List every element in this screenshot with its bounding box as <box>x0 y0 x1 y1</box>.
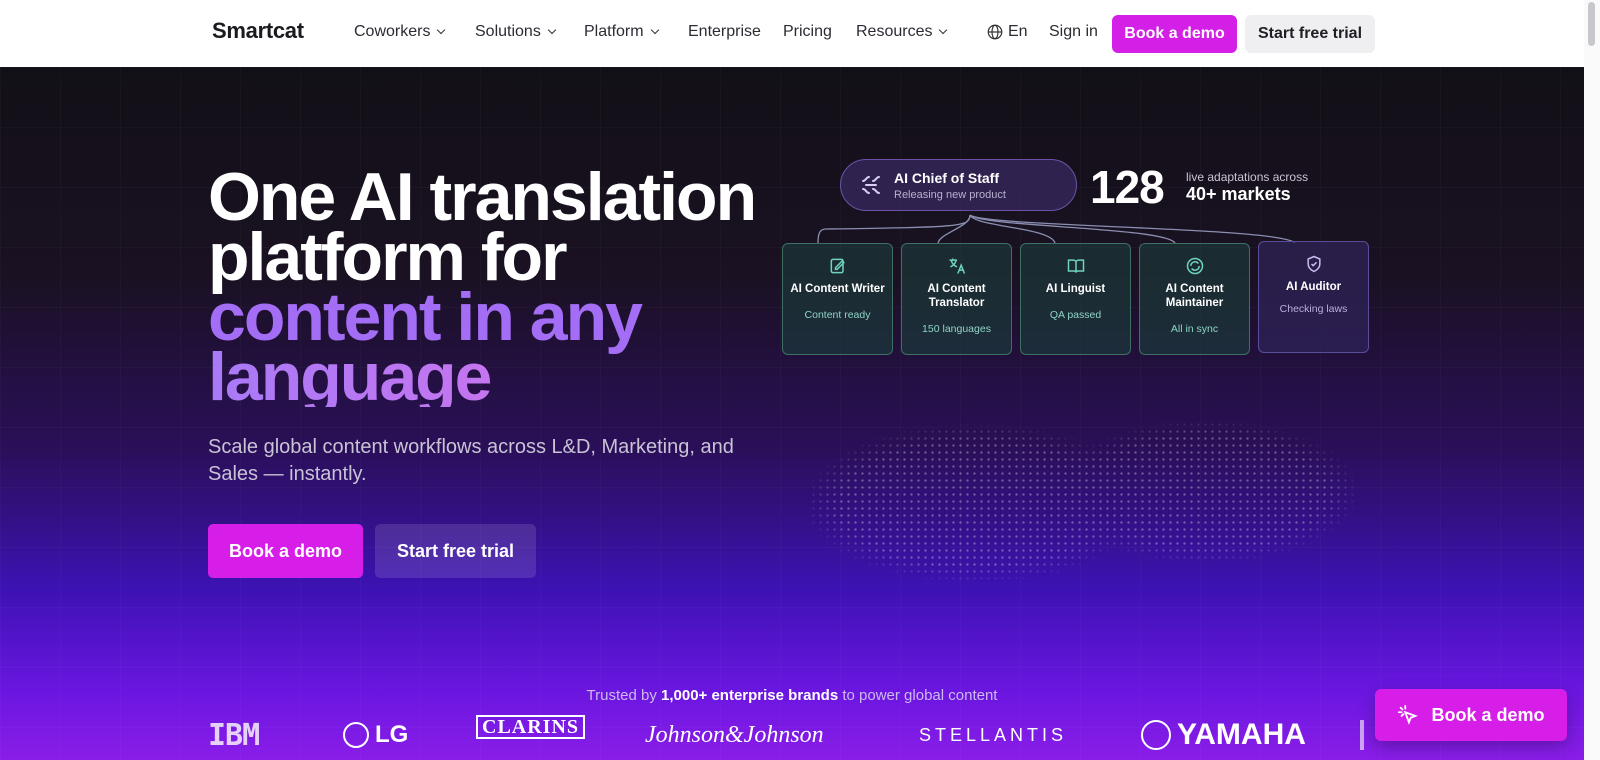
hero-start-trial-button[interactable]: Start free trial <box>375 524 536 578</box>
book-demo-button[interactable]: Book a demo <box>1112 15 1237 53</box>
nav-item-solutions[interactable]: Solutions <box>475 23 557 41</box>
agent-status: 150 languages <box>922 323 991 335</box>
nav-item-label: Platform <box>584 23 644 40</box>
ai-chief-of-staff-pill: AI Chief of Staff Releasing new product <box>840 159 1077 211</box>
stat-label-bottom: 40+ markets <box>1186 184 1291 204</box>
lg-circle-mark <box>343 722 369 748</box>
chevron-down-icon <box>547 25 557 35</box>
agent-title: AI Auditor <box>1285 281 1342 293</box>
lg-logo: LG <box>343 715 408 755</box>
world-map-dots <box>810 400 1360 630</box>
agent-card-content-writer: AI Content Writer Content ready <box>782 243 893 355</box>
hero-book-demo-button[interactable]: Book a demo <box>208 524 363 578</box>
trusted-suffix: to power global content <box>842 687 998 704</box>
nav-item-platform[interactable]: Platform <box>584 23 659 41</box>
agent-title: AI Linguist <box>1045 283 1106 295</box>
chevron-down-icon <box>650 25 659 35</box>
nav-item-label: Enterprise <box>688 23 761 40</box>
nav-item-label: Resources <box>856 23 933 40</box>
agent-status: Content ready <box>804 309 871 321</box>
yamaha-wordmark: YAMAHA <box>1177 718 1306 751</box>
chevron-down-icon <box>437 25 446 35</box>
nav-item-label: Pricing <box>783 23 832 40</box>
stat-number: 128 <box>1090 161 1165 213</box>
yamaha-emblem <box>1141 720 1171 750</box>
hero-headline: One AI translation platform for content … <box>208 159 757 411</box>
nav-item-coworkers[interactable]: Coworkers <box>354 23 446 41</box>
trusted-by-text: Trusted by 1,000+ enterprise brands to p… <box>0 687 1584 704</box>
language-selector[interactable]: En <box>986 23 1028 41</box>
trusted-prefix: Trusted by <box>586 687 657 704</box>
book-icon <box>1067 259 1085 273</box>
agent-card-linguist: AI Linguist QA passed <box>1020 243 1131 355</box>
floating-demo-label: Book a demo <box>1431 704 1545 725</box>
start-trial-button[interactable]: Start free trial <box>1245 15 1375 53</box>
headline-line-accent: language <box>208 343 755 411</box>
agent-title: AI Content Writer <box>790 283 885 295</box>
agent-status: QA passed <box>1049 309 1102 321</box>
top-navigation: Smartcat Coworkers Solutions Platform En… <box>0 0 1584 67</box>
chevron-down-icon <box>939 25 948 35</box>
yamaha-logo: YAMAHA <box>1141 715 1306 755</box>
headline-line: platform for <box>208 219 568 295</box>
stat-label-top: live adaptations across <box>1186 170 1309 184</box>
lg-wordmark: LG <box>375 721 409 748</box>
smartcat-logo[interactable]: Smartcat <box>212 18 304 44</box>
page-scrollbar[interactable] <box>1584 0 1600 760</box>
nav-item-enterprise[interactable]: Enterprise <box>688 23 761 41</box>
sparkle-icon <box>862 176 880 194</box>
partial-logo <box>1360 720 1364 750</box>
headline-line-accent: content in any <box>208 279 643 355</box>
scrollbar-thumb[interactable] <box>1588 2 1595 46</box>
agent-title: AI Content Translator <box>927 283 986 309</box>
agent-card-content-translator: AI Content Translator 150 languages <box>901 243 1012 355</box>
nav-item-resources[interactable]: Resources <box>856 23 948 41</box>
translate-icon <box>949 258 966 274</box>
hero-section: One AI translation platform for content … <box>0 67 1584 760</box>
headline-line: One AI translation <box>208 159 757 235</box>
ibm-logo: IBM <box>208 717 260 753</box>
floating-book-demo-button[interactable]: Book a demo <box>1375 689 1567 741</box>
chief-title: AI Chief of Staff <box>894 170 999 186</box>
nav-item-label: Coworkers <box>354 23 431 40</box>
shield-check-icon <box>1307 255 1321 273</box>
sync-icon <box>1186 257 1204 275</box>
agent-card-auditor: AI Auditor Checking laws <box>1258 241 1369 353</box>
trusted-highlight: 1,000+ enterprise brands <box>661 687 839 704</box>
agent-title: AI Content Maintainer <box>1165 283 1224 309</box>
stellantis-logo: STELLANTIS <box>919 724 1068 745</box>
clarins-logo: CLARINS <box>476 715 586 739</box>
agent-card-content-maintainer: AI Content Maintainer All in sync <box>1139 243 1250 355</box>
nav-item-pricing[interactable]: Pricing <box>783 23 832 41</box>
hero-subtext: Scale global content workflows across L&… <box>208 436 734 485</box>
johnson-johnson-logo: Johnson&Johnson <box>645 721 824 748</box>
agent-status: All in sync <box>1170 323 1219 335</box>
agent-status: Checking laws <box>1279 303 1348 315</box>
sign-in-link[interactable]: Sign in <box>1049 23 1098 41</box>
language-label: En <box>1008 23 1028 40</box>
cursor-click-icon <box>1398 704 1419 725</box>
chief-subtitle: Releasing new product <box>894 189 1006 201</box>
edit-icon <box>830 258 845 274</box>
nav-item-label: Solutions <box>475 23 541 40</box>
globe-icon <box>987 24 1003 40</box>
